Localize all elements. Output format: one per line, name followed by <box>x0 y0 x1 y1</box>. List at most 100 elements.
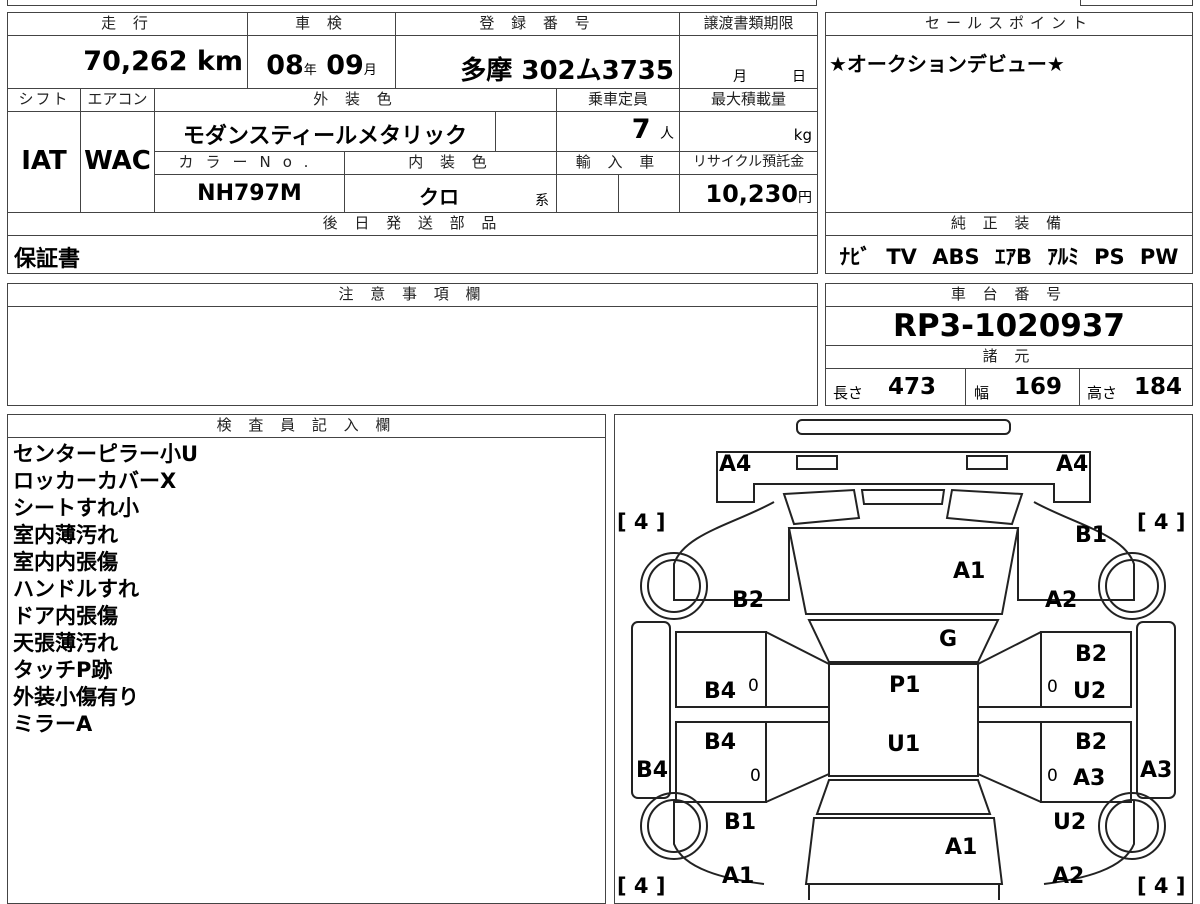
import-cell-a <box>556 174 619 213</box>
inspector-notes: センターピラー小U ロッカーカバーX シートすれ小 室内薄汚れ 室内内張傷 ハン… <box>13 441 198 738</box>
dim-height-value: 184 <box>1134 374 1183 400</box>
dim-height-label: 高さ <box>1087 384 1118 402</box>
max-load-header: 最大積載量 <box>679 88 818 112</box>
mileage-number: 70,262 <box>83 46 188 77</box>
shift-value: IAT <box>21 146 67 176</box>
sales-point-text: ★オークションデビュー★ <box>829 52 1065 76</box>
inspector-note: ロッカーカバーX <box>13 469 177 493</box>
inspector-note: 外装小傷有り <box>13 685 139 709</box>
shift-header: シフト <box>7 88 81 112</box>
recycle-unit: 円 <box>798 190 812 206</box>
shaken-year: 08 <box>266 50 304 81</box>
transfer-deadline-header: 譲渡書類期限 <box>679 12 818 36</box>
zero-right-front: 0 <box>1047 677 1058 697</box>
mark-left-rear-fender: B1 <box>724 810 757 835</box>
mark-left-fender: B2 <box>732 588 765 613</box>
mark-left-front-door: B4 <box>704 679 737 704</box>
mileage-header: 走 行 <box>7 12 248 36</box>
import-header: 輸 入 車 <box>556 151 680 175</box>
mark-right-rocker: A3 <box>1140 758 1173 783</box>
tire-front-right: [ 4 ] <box>1137 510 1186 534</box>
exterior-color-header: 外 装 色 <box>154 88 557 112</box>
mark-rear-gate: A1 <box>945 835 978 860</box>
mark-rear-left-corner: A1 <box>722 864 755 889</box>
dim-length-value: 473 <box>888 374 937 400</box>
tire-rear-left: [ 4 ] <box>617 874 666 898</box>
chassis-header: 車 台 番 号 <box>825 283 1193 307</box>
mark-front-left-corner: A4 <box>719 452 752 477</box>
inspector-note: タッチP跡 <box>13 658 113 682</box>
import-cell-b <box>618 174 680 213</box>
caution-header: 注 意 事 項 欄 <box>7 283 818 307</box>
interior-color-value: クロ <box>419 185 459 209</box>
inspector-note: シートすれ小 <box>13 496 139 520</box>
mark-rear-right-corner: A2 <box>1052 864 1085 889</box>
shaken-header: 車 検 <box>247 12 396 36</box>
chassis-value: RP3-1020937 <box>892 308 1125 344</box>
mark-front-right-corner: A4 <box>1056 452 1089 477</box>
recycle-header: リサイクル預託金 <box>679 151 818 175</box>
mark-hood: A1 <box>953 559 986 584</box>
aircon-header: エアコン <box>80 88 155 112</box>
inspector-note: 天張薄汚れ <box>13 631 118 655</box>
inspector-note: ミラーA <box>13 712 93 736</box>
genuine-equipment-items: ﾅﾋﾞ TV ABS ｴｱB ｱﾙﾐ PS PW <box>839 245 1179 269</box>
shaken-month-unit: 月 <box>363 63 377 78</box>
aircon-value: WAC <box>84 146 151 176</box>
capacity-header: 乗車定員 <box>556 88 680 112</box>
inspector-note: センターピラー小U <box>13 442 199 466</box>
capacity-number: 7 <box>631 114 651 145</box>
mark-right-front-door-upper: B2 <box>1075 642 1108 667</box>
recycle-number: 10,230 <box>705 180 798 208</box>
mark-right-front-door-lower: U2 <box>1073 679 1107 704</box>
mark-right-rear-door-lower: A3 <box>1073 766 1106 791</box>
registration-header: 登 録 番 号 <box>395 12 680 36</box>
tire-rear-right: [ 4 ] <box>1137 874 1186 898</box>
later-parts-header: 後 日 発 送 部 品 <box>7 212 818 236</box>
sales-point-header: セールスポイント <box>825 12 1193 36</box>
registration-value: 多摩 302ム3735 <box>460 56 674 86</box>
inspector-note: ハンドルすれ <box>13 577 139 601</box>
mark-roof-front: P1 <box>889 673 921 698</box>
mark-left-rocker: B4 <box>636 758 669 783</box>
capacity-unit: 人 <box>660 126 674 142</box>
dim-width-value: 169 <box>1014 374 1063 400</box>
mark-windshield: G <box>939 627 958 652</box>
zero-right-rear: 0 <box>1047 766 1058 786</box>
inspector-note: ドア内張傷 <box>13 604 118 628</box>
zero-left-front: 0 <box>748 676 759 696</box>
transfer-day-unit: 日 <box>792 69 806 85</box>
mileage-unit: km <box>196 46 243 77</box>
color-no-header: カラーNo. <box>154 151 345 175</box>
max-load-unit: kg <box>793 126 812 144</box>
inspector-note: 室内内張傷 <box>13 550 118 574</box>
transfer-month-unit: 月 <box>733 69 747 85</box>
interior-color-suffix: 系 <box>535 193 549 209</box>
later-parts-value: 保証書 <box>14 247 81 272</box>
shaken-value: 08年 09月 <box>247 50 396 81</box>
color-no-value: NH797M <box>197 181 302 206</box>
top-cut-strip <box>7 0 817 6</box>
mark-right-rear-fender: U2 <box>1053 810 1087 835</box>
exterior-color-extra-cell <box>495 111 557 152</box>
capacity-value: 7 人 <box>556 114 674 145</box>
interior-color-header: 内 装 色 <box>344 151 557 175</box>
recycle-value: 10,230円 <box>679 180 812 208</box>
genuine-equipment-header: 純 正 装 備 <box>825 212 1193 236</box>
mark-left-rear-door: B4 <box>704 730 737 755</box>
mark-roof-rear: U1 <box>887 732 921 757</box>
exterior-color-value: モダンスティールメタリック <box>182 124 468 149</box>
inspector-header: 検 査 員 記 入 欄 <box>7 414 606 438</box>
mark-right-rear-door-upper: B2 <box>1075 730 1108 755</box>
zero-left-rear: 0 <box>750 766 761 786</box>
dim-length-label: 長さ <box>833 384 864 402</box>
inspector-note: 室内薄汚れ <box>13 523 118 547</box>
top-cut-strip-right <box>1080 0 1193 6</box>
shaken-year-unit: 年 <box>303 63 317 78</box>
tire-front-left: [ 4 ] <box>617 510 666 534</box>
mark-right-fender: A2 <box>1045 588 1078 613</box>
mark-front-right-fender: B1 <box>1075 523 1108 548</box>
dim-width-label: 幅 <box>974 384 990 402</box>
shaken-month: 09 <box>326 50 364 81</box>
mileage-value: 70,262 km <box>7 46 243 77</box>
